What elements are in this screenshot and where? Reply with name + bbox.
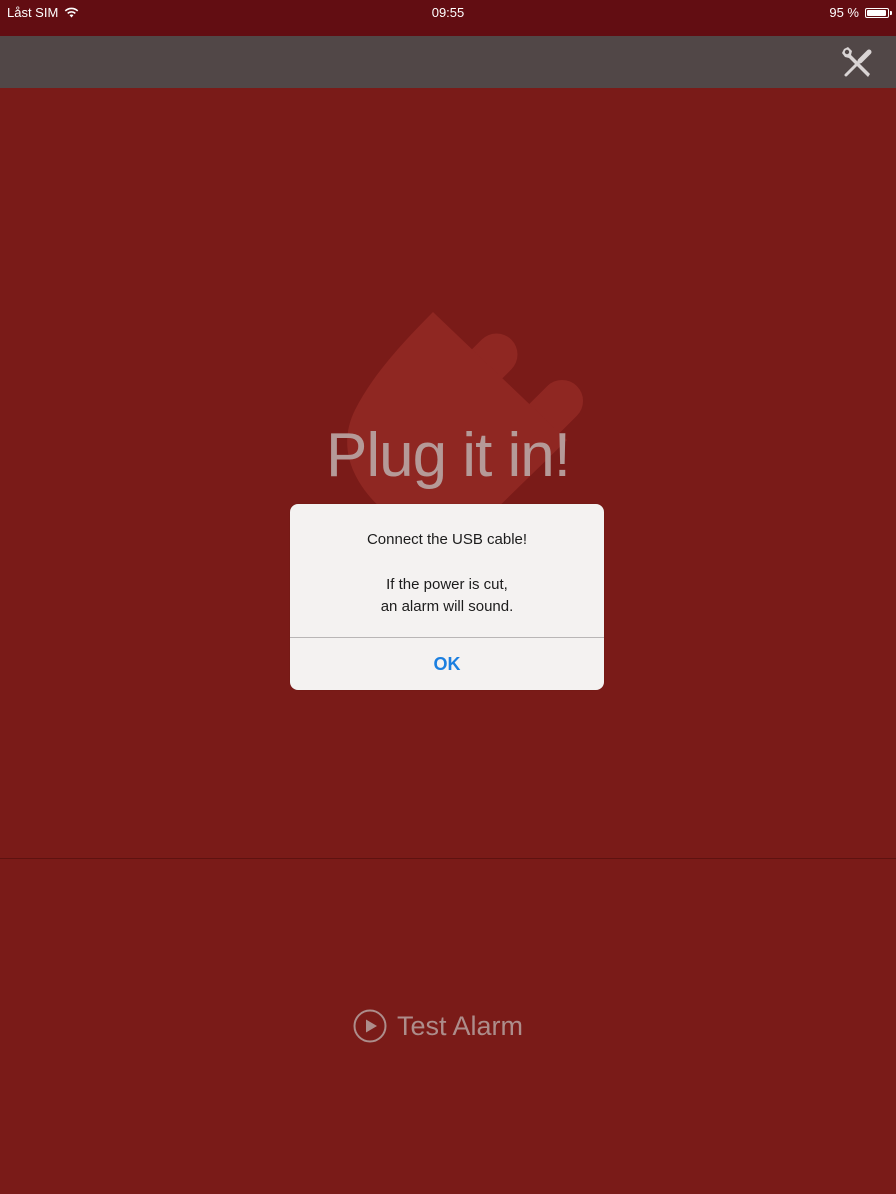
plug-it-in-heading: Plug it in!	[325, 421, 571, 490]
tools-icon	[842, 47, 872, 77]
status-time: 09:55	[431, 5, 465, 20]
alert-body: Connect the USB cable! If the power is c…	[290, 504, 604, 637]
alert-message-line-2: an alarm will sound.	[380, 598, 514, 615]
status-right: 95 %	[829, 5, 892, 20]
alert-dialog: Connect the USB cable! If the power is c…	[290, 504, 604, 690]
battery-percent: 95 %	[829, 5, 859, 20]
top-toolbar	[0, 36, 896, 88]
alert-message-line-1: If the power is cut,	[386, 576, 508, 593]
app-screen: Låst SIM 09:55 95 % Plug it in! Test Ala…	[0, 0, 896, 1194]
battery-tip	[890, 10, 892, 15]
play-icon	[353, 1009, 387, 1043]
alert-title: Connect the USB cable!	[366, 531, 528, 548]
test-alarm-label: Test Alarm	[397, 1010, 524, 1041]
settings-button[interactable]	[838, 43, 878, 83]
section-divider	[0, 858, 896, 859]
status-bar: Låst SIM 09:55 95 %	[0, 0, 896, 36]
battery-icon	[865, 7, 892, 18]
ok-button[interactable]: OK	[290, 638, 604, 690]
battery-fill	[867, 9, 886, 16]
test-alarm-button[interactable]: Test Alarm	[353, 1007, 523, 1045]
